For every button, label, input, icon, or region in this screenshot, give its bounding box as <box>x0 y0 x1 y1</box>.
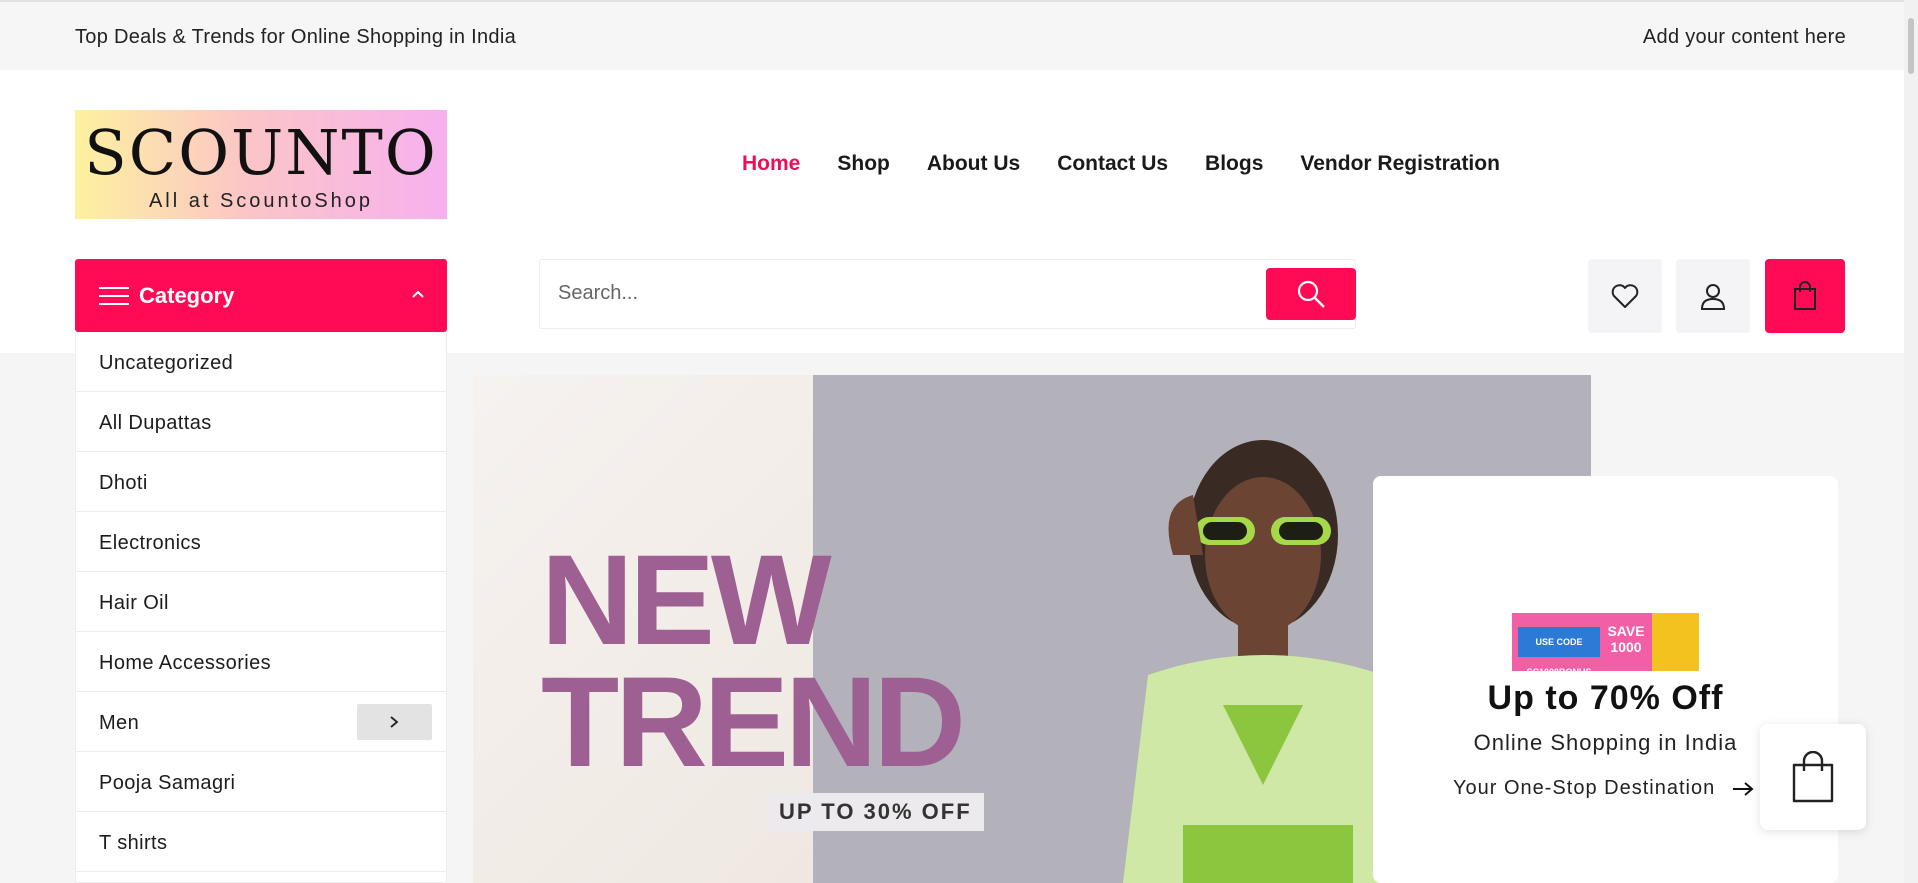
category-item-label: Dhoti <box>99 472 148 494</box>
banner-offer-badge: UP TO 30% OFF <box>767 793 984 831</box>
nav-blogs[interactable]: Blogs <box>1205 152 1263 176</box>
category-item-pooja-samagri[interactable]: Pooja Samagri <box>76 752 446 812</box>
promo-cta-link[interactable]: Your One-Stop Destination <box>1453 777 1754 800</box>
top-bar-custom-content: Add your content here <box>1642 26 1846 48</box>
category-item-label: All Dupattas <box>99 412 212 434</box>
search-input[interactable] <box>558 282 1238 305</box>
promo-title: Up to 70% Off <box>1487 679 1724 717</box>
coupon-image[interactable]: USE CODE SC1000BONUS SAVE 1000 <box>1512 613 1699 677</box>
page-scrollbar[interactable] <box>1904 0 1918 883</box>
logo-tagline: All at ScountoShop <box>148 190 374 212</box>
logo-brand: SCOUNTO <box>84 116 438 189</box>
shopping-bag-icon <box>1794 281 1816 310</box>
arrow-right-icon <box>1732 781 1754 796</box>
floating-cart-button[interactable] <box>1760 724 1866 830</box>
scrollbar-thumb[interactable] <box>1908 18 1914 74</box>
heart-icon <box>1611 284 1639 308</box>
shopping-bag-icon <box>1792 751 1834 803</box>
category-item-label: Hair Oil <box>99 592 169 614</box>
wishlist-button[interactable] <box>1588 259 1662 333</box>
menu-icon <box>99 287 129 305</box>
cart-button[interactable] <box>1765 259 1845 333</box>
category-item-label: Men <box>99 712 140 734</box>
category-item-electronics[interactable]: Electronics <box>76 512 446 572</box>
banner-headline-line1: NEW <box>541 529 832 672</box>
category-item-label: Home Accessories <box>99 652 272 674</box>
submenu-toggle[interactable] <box>357 704 432 740</box>
nav-contact-us[interactable]: Contact Us <box>1057 152 1168 176</box>
coupon-code: USE CODE SC1000BONUS <box>1518 627 1600 677</box>
nav-shop[interactable]: Shop <box>837 152 890 176</box>
banner-headline: NEW TREND <box>541 529 966 794</box>
category-item-dhoti[interactable]: Dhoti <box>76 452 446 512</box>
search-bar <box>539 259 1356 329</box>
category-label: Category <box>139 283 235 308</box>
account-button[interactable] <box>1676 259 1750 333</box>
main-nav: Home Shop About Us Contact Us Blogs Vend… <box>742 152 1537 176</box>
chevron-right-icon <box>390 716 399 728</box>
category-list: Uncategorized All Dupattas Dhoti Electro… <box>75 332 447 883</box>
search-button[interactable] <box>1266 268 1356 320</box>
user-icon <box>1700 284 1726 310</box>
category-item-label: Pooja Samagri <box>99 772 236 794</box>
category-item-label: T shirts <box>99 832 168 854</box>
nav-home[interactable]: Home <box>742 152 800 176</box>
promo-cta-label: Your One-Stop Destination <box>1453 777 1716 799</box>
coupon-save: SAVE 1000 <box>1607 623 1645 655</box>
category-item-label: Uncategorized <box>99 352 234 374</box>
site-logo[interactable]: SCOUNTO All at ScountoShop <box>75 110 447 219</box>
category-item-uncategorized[interactable]: Uncategorized <box>76 332 446 392</box>
banner-headline-line2: TREND <box>541 651 966 794</box>
category-item-hair-oil[interactable]: Hair Oil <box>76 572 446 632</box>
nav-about-us[interactable]: About Us <box>927 152 1020 176</box>
search-icon <box>1297 280 1325 308</box>
category-toggle-button[interactable]: Category <box>75 259 447 332</box>
chevron-up-icon <box>412 290 424 298</box>
top-bar-announcement: Top Deals & Trends for Online Shopping i… <box>75 26 517 48</box>
category-item-t-shirts[interactable]: T shirts <box>76 812 446 872</box>
coupon-model-thumbnail <box>1652 613 1699 671</box>
top-bar: Top Deals & Trends for Online Shopping i… <box>0 0 1918 70</box>
nav-vendor-registration[interactable]: Vendor Registration <box>1300 152 1500 176</box>
category-item-all-dupattas[interactable]: All Dupattas <box>76 392 446 452</box>
category-item-home-accessories[interactable]: Home Accessories <box>76 632 446 692</box>
category-item-men[interactable]: Men <box>76 692 446 752</box>
category-item-label: Electronics <box>99 532 202 554</box>
